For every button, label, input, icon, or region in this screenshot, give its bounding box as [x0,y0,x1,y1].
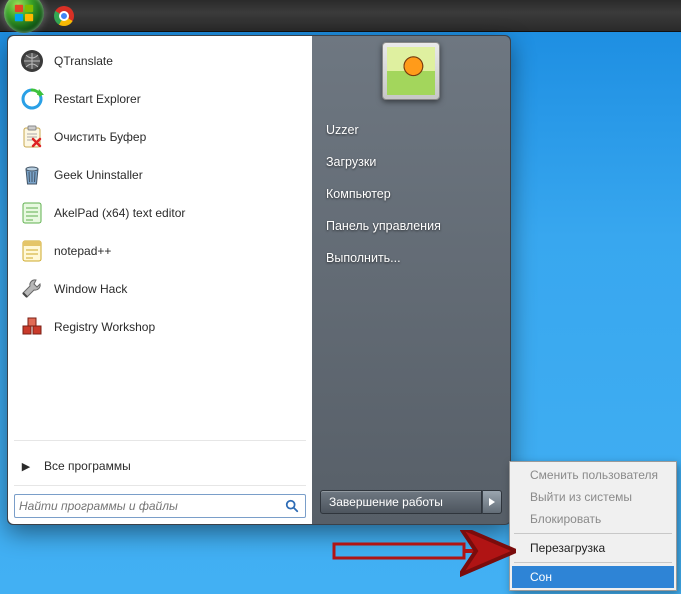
app-label: Window Hack [54,282,127,296]
annotation-arrow [332,530,522,578]
app-label: Registry Workshop [54,320,155,334]
rightlink-user[interactable]: Uzzer [312,114,510,146]
rightlink-control-panel[interactable]: Панель управления [312,210,510,242]
all-programs[interactable]: ▶ Все программы [12,451,308,481]
shutdown-split-button[interactable] [482,490,502,514]
start-menu-right-pane: Uzzer Загрузки Компьютер Панель управлен… [312,36,510,524]
taskbar [0,0,681,32]
app-akelpad[interactable]: AkelPad (x64) text editor [12,194,308,232]
trash-icon [18,161,46,189]
submenu-restart[interactable]: Перезагрузка [512,537,674,559]
shutdown-label: Завершение работы [329,495,443,509]
submenu-label: Перезагрузка [530,541,605,555]
start-button[interactable] [4,0,44,33]
user-picture [387,47,435,95]
app-label: QTranslate [54,54,113,68]
submenu-sleep[interactable]: Сон [512,566,674,588]
submenu-switch-user[interactable]: Сменить пользователя [512,464,674,486]
submenu-separator [514,562,672,563]
rightlink-downloads[interactable]: Загрузки [312,146,510,178]
submenu-label: Сон [530,570,552,584]
chevron-right-icon: ▶ [18,460,34,473]
submenu-separator [514,533,672,534]
rightlink-label: Панель управления [326,219,441,233]
submenu-label: Блокировать [530,512,601,526]
clipboard-x-icon [18,123,46,151]
search-input[interactable] [19,499,283,513]
app-geek-uninstaller[interactable]: Geek Uninstaller [12,156,308,194]
submenu-label: Сменить пользователя [530,468,658,482]
app-label: Restart Explorer [54,92,141,106]
search-box[interactable] [14,494,306,518]
taskbar-pin-chrome[interactable] [54,6,74,26]
note-yellow-icon [18,237,46,265]
rightlink-label: Компьютер [326,187,391,201]
start-menu-left-pane: QTranslate Restart Explorer Очистить Буф… [8,36,312,524]
app-notepadpp[interactable]: notepad++ [12,232,308,270]
submenu-label: Выйти из системы [530,490,632,504]
rightlink-run[interactable]: Выполнить... [312,242,510,274]
all-programs-label: Все программы [44,459,131,473]
search-icon [283,499,301,513]
rightlink-label: Выполнить... [326,251,401,265]
app-window-hack[interactable]: Window Hack [12,270,308,308]
app-label: notepad++ [54,244,111,258]
app-clear-buffer[interactable]: Очистить Буфер [12,118,308,156]
windows-logo-icon [13,2,35,24]
app-qtranslate[interactable]: QTranslate [12,42,308,80]
note-green-icon [18,199,46,227]
cubes-icon [18,313,46,341]
app-label: Очистить Буфер [54,130,146,144]
app-label: AkelPad (x64) text editor [54,206,185,220]
app-restart-explorer[interactable]: Restart Explorer [12,80,308,118]
shutdown-button[interactable]: Завершение работы [320,490,482,514]
submenu-lock[interactable]: Блокировать [512,508,674,530]
globe-icon [18,47,46,75]
rightlink-computer[interactable]: Компьютер [312,178,510,210]
user-picture-frame[interactable] [382,42,440,100]
shutdown-submenu: Сменить пользователя Выйти из системы Бл… [509,461,677,591]
chevron-right-icon [488,497,496,507]
app-registry-workshop[interactable]: Registry Workshop [12,308,308,346]
wrench-icon [18,275,46,303]
start-menu: QTranslate Restart Explorer Очистить Буф… [7,35,511,525]
refresh-icon [18,85,46,113]
rightlink-label: Uzzer [326,123,359,137]
app-label: Geek Uninstaller [54,168,143,182]
rightlink-label: Загрузки [326,155,376,169]
submenu-log-off[interactable]: Выйти из системы [512,486,674,508]
